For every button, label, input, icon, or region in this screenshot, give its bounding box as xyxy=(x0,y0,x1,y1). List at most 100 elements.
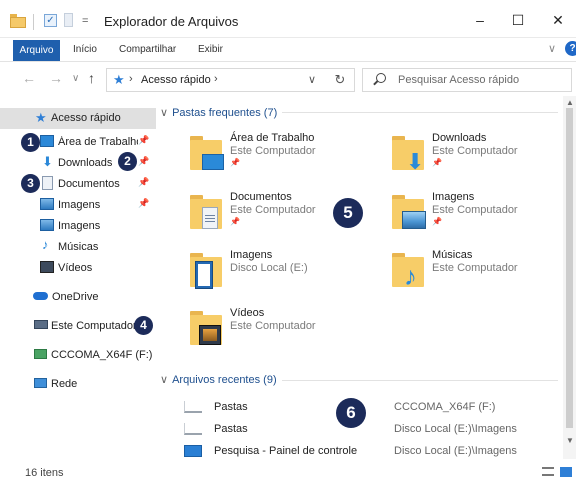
details-view-icon[interactable] xyxy=(542,467,554,476)
up-arrow-icon[interactable]: ↑ xyxy=(88,70,95,86)
sidebar-item-network[interactable]: Rede xyxy=(0,374,156,395)
folder-tile-desktop[interactable]: Área de Trabalho Este Computador 📌 xyxy=(190,130,390,182)
tile-name: Área de Trabalho xyxy=(230,132,315,144)
document-icon xyxy=(42,176,53,190)
chevron-down-icon[interactable]: ∨ xyxy=(548,42,556,55)
search-input[interactable]: Pesquisar Acesso rápido xyxy=(362,68,572,92)
folder-tile-pictures-e[interactable]: Imagens Disco Local (E:) xyxy=(190,247,390,299)
video-icon xyxy=(40,261,54,273)
address-bar[interactable]: ★ › Acesso rápido › ∨ xyxy=(106,68,355,92)
pictures-icon xyxy=(40,219,54,231)
folder-icon: ⬇ xyxy=(392,134,424,173)
sidebar-item-label: Acesso rápido xyxy=(51,112,121,124)
frequent-folders-header[interactable]: ∨ Pastas frequentes (7) xyxy=(160,106,277,119)
chevron-down-icon: ∨ xyxy=(160,107,169,119)
callout-marker-1: 1 xyxy=(21,133,40,152)
tile-location: Este Computador xyxy=(432,145,518,157)
tile-location: Este Computador xyxy=(432,204,518,216)
scroll-down-icon[interactable]: ▼ xyxy=(566,436,574,445)
shortcut-icon xyxy=(184,423,202,435)
window-title: Explorador de Arquivos xyxy=(104,14,239,29)
forward-arrow-icon[interactable]: → xyxy=(49,70,63,86)
folder-icon xyxy=(190,193,222,231)
callout-marker-3: 3 xyxy=(21,174,40,193)
computer-icon xyxy=(34,320,48,329)
navigation-bar: ← → ∨ ↑ ★ › Acesso rápido › ∨ ↻ Pesquisa… xyxy=(0,62,576,96)
divider xyxy=(282,380,558,381)
properties-check-icon[interactable]: ✓ xyxy=(44,14,57,27)
tab-file[interactable]: Arquivo xyxy=(13,40,60,61)
callout-marker-2: 2 xyxy=(118,152,137,171)
address-text: Acesso rápido xyxy=(141,74,211,86)
tile-location: Este Computador xyxy=(230,320,316,332)
recent-locations-icon[interactable]: ∨ xyxy=(72,73,79,84)
title-bar: ✓ = Explorador de Arquivos – ☐ ✕ xyxy=(0,0,576,38)
sidebar-item-label: CCCOMA_X64F (F:) xyxy=(51,349,153,361)
help-icon[interactable]: ? xyxy=(565,41,576,56)
folder-icon[interactable] xyxy=(10,14,26,28)
sidebar-item-videos[interactable]: Vídeos xyxy=(0,258,156,279)
folder-tile-pictures[interactable]: Imagens Este Computador 📌 xyxy=(392,189,576,241)
list-item[interactable]: Pastas Disco Local (E:)\Imagens xyxy=(184,421,554,439)
recent-name: Pastas xyxy=(214,401,248,413)
large-icons-view-icon[interactable] xyxy=(560,467,572,477)
folder-tile-videos[interactable]: Vídeos Este Computador xyxy=(190,305,390,357)
list-item[interactable]: Pastas CCCOMA_X64F (F:) xyxy=(184,399,554,417)
recent-name: Pastas xyxy=(214,423,248,435)
folder-icon xyxy=(190,309,222,347)
pin-icon: 📌 xyxy=(138,177,150,187)
refresh-icon[interactable]: ↻ xyxy=(326,68,355,92)
sidebar-item-pictures[interactable]: Imagens 📌 xyxy=(0,195,156,216)
pictures-icon xyxy=(40,198,54,210)
recent-name: Pesquisa - Painel de controle xyxy=(214,445,358,457)
control-panel-icon xyxy=(184,445,202,457)
scroll-up-icon[interactable]: ▲ xyxy=(566,98,574,107)
tile-name: Downloads xyxy=(432,132,487,144)
sidebar-item-pictures-e[interactable]: Imagens xyxy=(0,216,156,237)
minimize-button[interactable]: – xyxy=(462,9,498,31)
close-button[interactable]: ✕ xyxy=(540,9,576,31)
tab-share[interactable]: Compartilhar xyxy=(119,44,176,55)
folder-tile-documents[interactable]: Documentos Este Computador 📌 xyxy=(190,189,390,241)
sidebar-item-quick-access[interactable]: ★ Acesso rápido xyxy=(0,108,156,129)
recent-path: Disco Local (E:)\Imagens xyxy=(394,445,517,457)
search-icon xyxy=(376,73,386,83)
sidebar-item-this-pc[interactable]: Este Computador xyxy=(0,316,156,337)
folder-icon xyxy=(190,251,222,289)
divider xyxy=(33,14,34,30)
sidebar-item-onedrive[interactable]: OneDrive xyxy=(0,287,156,308)
folder-icon: ♪ xyxy=(392,251,424,289)
tab-home[interactable]: Início xyxy=(73,44,97,55)
sidebar-item-music[interactable]: ♪ Músicas xyxy=(0,237,156,258)
tile-name: Imagens xyxy=(432,191,475,203)
pin-icon: 📌 xyxy=(432,158,442,167)
recent-files-header[interactable]: ∨ Arquivos recentes (9) xyxy=(160,373,277,386)
maximize-button[interactable]: ☐ xyxy=(500,9,536,31)
pin-icon: 📌 xyxy=(138,198,150,208)
recent-path: CCCOMA_X64F (F:) xyxy=(394,401,496,413)
callout-marker-4: 4 xyxy=(134,316,153,335)
sidebar-item-label: Este Computador xyxy=(51,320,137,332)
new-document-icon[interactable] xyxy=(64,13,73,27)
pin-icon: 📌 xyxy=(138,156,150,166)
customize-toolbar-icon[interactable]: = xyxy=(82,15,88,27)
pin-icon: 📌 xyxy=(432,217,442,226)
music-icon: ♪ xyxy=(42,237,49,252)
group-title: Arquivos recentes (9) xyxy=(172,374,277,386)
chevron-right-icon[interactable]: › xyxy=(214,73,218,85)
search-placeholder: Pesquisar Acesso rápido xyxy=(398,74,520,86)
sidebar-item-label: Área de Trabalho xyxy=(58,136,138,148)
sidebar-item-drive-f[interactable]: CCCOMA_X64F (F:) xyxy=(0,345,156,366)
tile-location: Este Computador xyxy=(230,204,316,216)
tile-name: Documentos xyxy=(230,191,292,203)
folder-tile-music[interactable]: ♪ Músicas Este Computador xyxy=(392,247,576,299)
star-icon: ★ xyxy=(35,110,47,125)
download-icon: ⬇ xyxy=(42,154,53,169)
back-arrow-icon[interactable]: ← xyxy=(22,70,36,86)
chevron-down-icon[interactable]: ∨ xyxy=(308,73,316,86)
folder-tile-downloads[interactable]: ⬇ Downloads Este Computador 📌 xyxy=(392,130,576,182)
tile-location: Este Computador xyxy=(432,262,518,274)
tab-view[interactable]: Exibir xyxy=(198,44,223,55)
sidebar-item-label: Downloads xyxy=(58,157,113,169)
sidebar-item-label: Documentos xyxy=(58,178,120,190)
